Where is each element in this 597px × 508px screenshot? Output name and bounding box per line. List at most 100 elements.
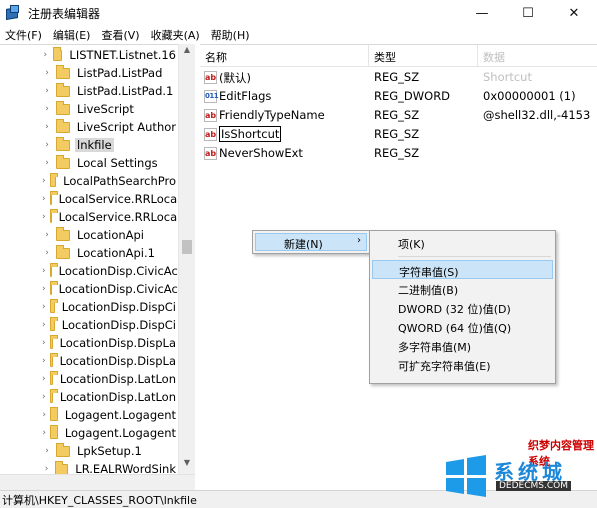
tree-item[interactable]: › LocalService.RRLoca xyxy=(0,208,178,226)
submenu-item-label: 项(K) xyxy=(398,238,425,251)
expand-arrow-icon[interactable]: › xyxy=(42,356,46,366)
string-value-icon: ab xyxy=(204,147,217,160)
tree-item[interactable]: › LocationDisp.LatLon xyxy=(0,388,178,406)
tree-item[interactable]: › ListPad.ListPad.1 xyxy=(0,82,178,100)
menu-view[interactable]: 查看(V) xyxy=(96,27,145,43)
tree-item[interactable]: › LocalService.RRLoca xyxy=(0,190,178,208)
tree-item[interactable]: › Logagent.Logagent xyxy=(0,406,178,424)
submenu-item-label: 二进制值(B) xyxy=(398,284,459,297)
tree-item[interactable]: › LiveScript Author xyxy=(0,118,178,136)
close-button[interactable]: ✕ xyxy=(551,0,597,26)
expand-arrow-icon[interactable]: › xyxy=(42,122,52,132)
expand-arrow-icon[interactable]: › xyxy=(42,230,52,240)
tree-item[interactable]: › LocationDisp.LatLon xyxy=(0,370,178,388)
tree-item[interactable]: › ListPad.ListPad xyxy=(0,64,178,82)
windows-logo-icon xyxy=(446,455,486,497)
value-row[interactable]: ab (默认) REG_SZ Shortcut xyxy=(200,68,597,87)
menu-help[interactable]: 帮助(H) xyxy=(206,27,256,43)
window-title: 注册表编辑器 xyxy=(28,6,101,21)
expand-arrow-icon[interactable]: › xyxy=(42,140,52,150)
tree-item[interactable]: › Local Settings xyxy=(0,154,178,172)
value-data: @shell32.dll,-4153 xyxy=(483,108,591,122)
maximize-button[interactable]: ☐ xyxy=(505,0,551,26)
submenu-item[interactable]: QWORD (64 位)值(Q) xyxy=(372,317,553,336)
minimize-button[interactable]: — xyxy=(459,0,505,26)
tree-scrollbar[interactable]: ▲ ▼ xyxy=(178,44,195,474)
expand-arrow-icon[interactable]: › xyxy=(42,410,46,420)
value-row[interactable]: ab FriendlyTypeName REG_SZ @shell32.dll,-41… xyxy=(200,106,597,125)
expand-arrow-icon[interactable]: › xyxy=(42,374,46,384)
tree-item-label: LocationDisp.CivicAc xyxy=(58,282,178,296)
tree-item[interactable]: › LISTNET.Listnet.16 xyxy=(0,46,178,64)
status-path: 计算机\HKEY_CLASSES_ROOT\lnkfile xyxy=(2,493,197,507)
expand-arrow-icon[interactable]: › xyxy=(42,320,46,330)
expand-arrow-icon[interactable]: › xyxy=(42,248,52,258)
submenu-arrow-icon: › xyxy=(357,235,361,246)
menu-edit[interactable]: 编辑(E) xyxy=(48,27,97,43)
regedit-icon xyxy=(5,5,21,21)
folder-icon xyxy=(56,82,70,97)
tree-item[interactable]: › lnkfile xyxy=(0,136,178,154)
tree-item[interactable]: › LocationDisp.CivicAc xyxy=(0,280,178,298)
expand-arrow-icon[interactable]: › xyxy=(42,284,46,294)
expand-arrow-icon[interactable]: › xyxy=(42,50,49,60)
folder-icon xyxy=(56,136,70,151)
scroll-down-arrow-icon[interactable]: ▼ xyxy=(179,458,195,472)
expand-arrow-icon[interactable]: › xyxy=(42,176,46,186)
tree-item[interactable]: › LocationDisp.DispCi xyxy=(0,298,178,316)
scroll-up-arrow-icon[interactable]: ▲ xyxy=(179,45,195,59)
tree-item[interactable]: › LocationApi xyxy=(0,226,178,244)
value-type: REG_DWORD xyxy=(374,89,451,103)
submenu-item[interactable]: 可扩充字符串值(E) xyxy=(372,355,553,374)
tree-item-label: ListPad.ListPad.1 xyxy=(77,84,174,98)
value-row[interactable]: ab NeverShowExt REG_SZ xyxy=(200,144,597,163)
value-row[interactable]: 011 EditFlags REG_DWORD 0x00000001 (1) xyxy=(200,87,597,106)
tree-item[interactable]: › Logagent.Logagent xyxy=(0,424,178,442)
menu-file[interactable]: 文件(F) xyxy=(0,27,48,43)
value-type: REG_SZ xyxy=(374,146,420,160)
expand-arrow-icon[interactable]: › xyxy=(42,428,46,438)
expand-arrow-icon[interactable]: › xyxy=(42,68,52,78)
submenu-item[interactable]: 多字符串值(M) xyxy=(372,336,553,355)
scroll-thumb[interactable] xyxy=(182,240,192,254)
expand-arrow-icon[interactable]: › xyxy=(42,338,46,348)
expand-arrow-icon[interactable]: › xyxy=(42,158,52,168)
column-header-type[interactable]: 类型 xyxy=(374,49,396,65)
registry-tree[interactable]: › LISTNET.Listnet.16 › ListPad.ListPad › List… xyxy=(0,44,195,474)
submenu-item[interactable]: 二进制值(B) xyxy=(372,279,553,298)
expand-arrow-icon[interactable]: › xyxy=(42,266,46,276)
submenu-item-label: 可扩充字符串值(E) xyxy=(398,360,491,373)
expand-arrow-icon[interactable]: › xyxy=(42,302,46,312)
menu-favorites[interactable]: 收藏夹(A) xyxy=(146,27,206,43)
expand-arrow-icon[interactable]: › xyxy=(42,86,52,96)
tree-item[interactable]: › LocationDisp.CivicAc xyxy=(0,262,178,280)
tree-item[interactable]: › LpkSetup.1 xyxy=(0,442,178,460)
expand-arrow-icon[interactable]: › xyxy=(42,464,51,474)
expand-arrow-icon[interactable]: › xyxy=(42,212,46,222)
tree-item[interactable]: › LocalPathSearchPro xyxy=(0,172,178,190)
tree-item[interactable]: › LocationDisp.DispLa xyxy=(0,334,178,352)
tree-horizontal-scrollbar[interactable] xyxy=(0,474,195,490)
tree-item[interactable]: › LocationDisp.DispLa xyxy=(0,352,178,370)
tree-item[interactable]: › LocationDisp.DispCi xyxy=(0,316,178,334)
submenu-item[interactable]: 项(K) xyxy=(372,233,553,252)
expand-arrow-icon[interactable]: › xyxy=(42,392,46,402)
submenu-item[interactable]: DWORD (32 位)值(D) xyxy=(372,298,553,317)
tree-item[interactable]: › LR.EALRWordSink xyxy=(0,460,178,474)
column-header-data[interactable]: 数据 xyxy=(483,49,505,65)
tree-item-label: LocationDisp.DispCi xyxy=(61,318,176,332)
value-row[interactable]: ab IsShortcut REG_SZ xyxy=(200,125,597,144)
folder-icon xyxy=(49,208,58,223)
expand-arrow-icon[interactable]: › xyxy=(42,194,46,204)
tree-item[interactable]: › LiveScript xyxy=(0,100,178,118)
expand-arrow-icon[interactable]: › xyxy=(42,446,52,456)
tree-item-label: LR.EALRWordSink xyxy=(75,462,176,474)
menu-item-new[interactable]: 新建(N) › xyxy=(255,233,367,251)
value-data: Shortcut xyxy=(483,70,532,84)
expand-arrow-icon[interactable]: › xyxy=(42,104,52,114)
submenu-item[interactable]: 字符串值(S) xyxy=(372,260,553,279)
column-header-name[interactable]: 名称 xyxy=(205,49,227,65)
tree-item[interactable]: › LocationApi.1 xyxy=(0,244,178,262)
value-name[interactable]: IsShortcut xyxy=(219,126,282,142)
watermark-url: DEDECMS.COM xyxy=(496,481,571,491)
